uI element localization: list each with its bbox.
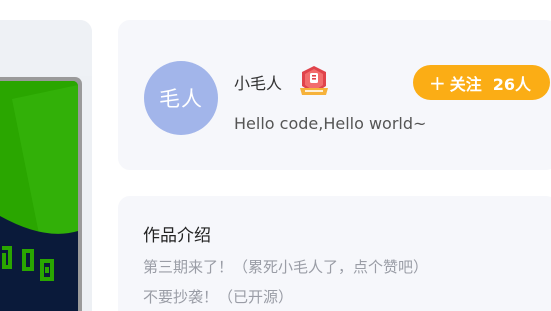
game-scene-image [0,81,78,311]
project-page: 毛人 小毛人 + 关注 26人 Hello code,Hello world~ … [0,0,551,311]
intro-line: 第三期来了！（累死小毛人了，点个赞吧） [143,258,429,276]
plus-icon: + [429,70,446,95]
author-card: 毛人 小毛人 + 关注 26人 Hello code,Hello world~ [118,20,551,170]
author-bio: Hello code,Hello world~ [234,114,427,133]
follow-label: 关注 [449,74,482,94]
avatar[interactable]: 毛人 [144,61,218,135]
intro-title: 作品介绍 [143,226,211,246]
stage-frame [0,77,82,311]
project-preview-panel [0,20,92,311]
stage-canvas[interactable] [0,81,78,311]
author-name[interactable]: 小毛人 [234,70,282,94]
avatar-text: 毛人 [159,87,203,111]
preview-toolbar [0,20,92,76]
intro-line: 不要抄袭！（已开源） [143,288,294,306]
follow-button[interactable]: + 关注 26人 [413,65,550,100]
work-intro-card: 作品介绍 第三期来了！（累死小毛人了，点个赞吧） 不要抄袭！（已开源） [118,196,551,311]
follower-count: 26人 [492,74,532,94]
medal-badge-icon [300,66,328,95]
